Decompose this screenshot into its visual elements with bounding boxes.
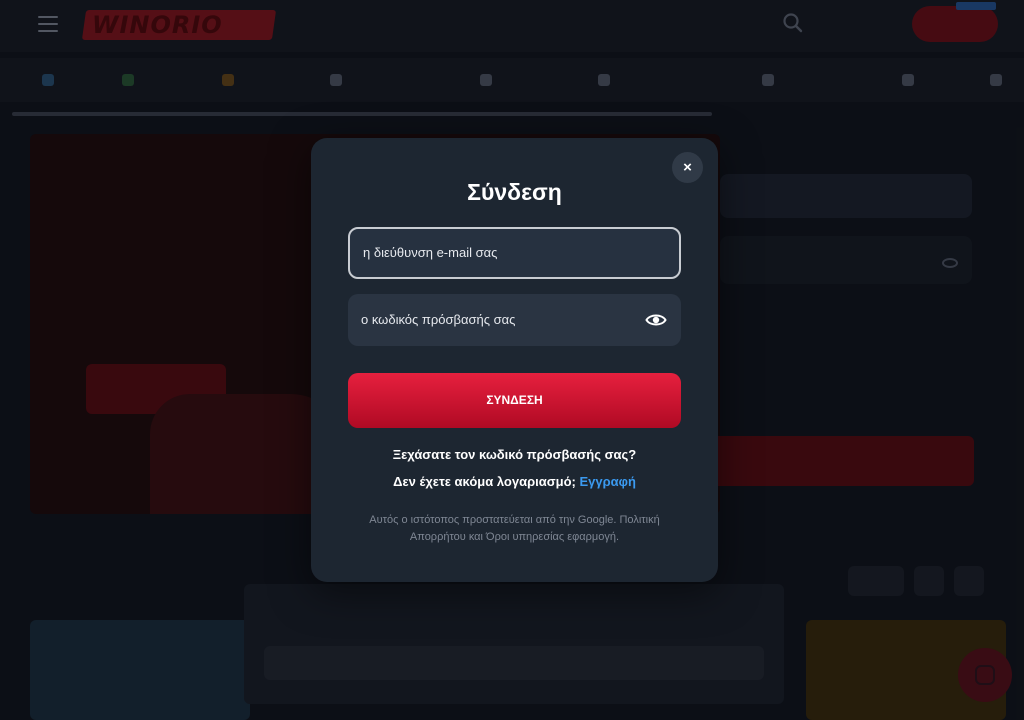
login-modal: × Σύνδεση η διεύθυνση e-mail σας ο κωδικ… xyxy=(311,138,718,582)
modal-title: Σύνδεση xyxy=(467,179,562,205)
register-link[interactable]: Εγγραφή xyxy=(579,474,635,489)
email-field[interactable]: η διεύθυνση e-mail σας xyxy=(348,227,681,279)
password-field[interactable]: ο κωδικός πρόσβασής σας xyxy=(348,294,681,346)
no-account-line: Δεν έχετε ακόμα λογαριασμό; Εγγραφή xyxy=(311,474,718,489)
no-account-text: Δεν έχετε ακόμα λογαριασμό; xyxy=(393,474,576,489)
eye-icon[interactable] xyxy=(645,310,667,330)
password-placeholder: ο κωδικός πρόσβασής σας xyxy=(361,312,516,327)
forgot-password-link[interactable]: Ξεχάσατε τον κωδικό πρόσβασής σας? xyxy=(311,447,718,462)
recaptcha-notice: Αυτός ο ιστότοπος προστατεύεται από την … xyxy=(369,514,660,543)
login-button[interactable]: ΣΥΝΔΕΣΗ xyxy=(348,373,681,428)
email-placeholder: η διεύθυνση e-mail σας xyxy=(363,245,498,260)
